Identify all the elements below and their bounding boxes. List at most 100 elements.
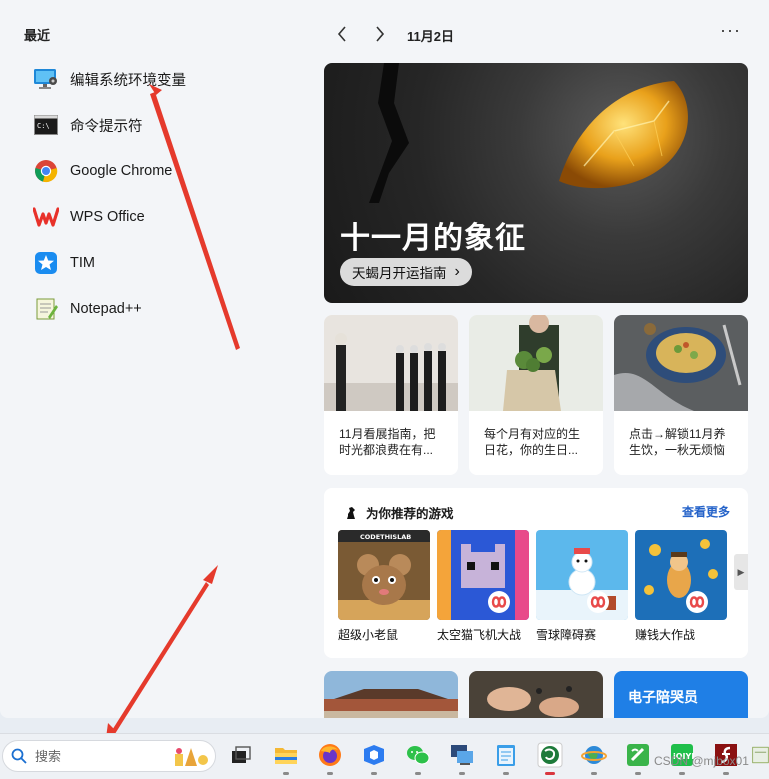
- monitor-settings-icon: [32, 65, 60, 93]
- running-indicator: [591, 772, 597, 775]
- running-indicator: [327, 772, 333, 775]
- games-title: 为你推荐的游戏: [366, 507, 454, 521]
- task-view-icon[interactable]: [227, 741, 255, 769]
- search-icon: [11, 748, 27, 764]
- news-card-text: 11月看展指南，把时光都浪费在有...: [339, 427, 436, 457]
- games-scroll-right-button[interactable]: ▶: [734, 554, 748, 590]
- remote-desktop-icon[interactable]: [448, 741, 476, 769]
- flowers-image: [469, 315, 603, 411]
- news-card[interactable]: [324, 671, 458, 718]
- running-indicator: [503, 772, 509, 775]
- chevron-right-icon: ›: [454, 263, 460, 280]
- hero-link-label: 天蝎月开运指南: [352, 266, 447, 281]
- gem-graphic: [559, 81, 688, 189]
- hero-card[interactable]: 十一月的象征 天蝎月开运指南 ›: [324, 63, 748, 303]
- green-app-icon[interactable]: [624, 741, 652, 769]
- recent-item-tim[interactable]: TIM: [30, 240, 290, 286]
- widgets-nav: 11月2日 ···: [310, 18, 769, 48]
- chevron-right-icon: [376, 26, 385, 42]
- next-button[interactable]: [368, 22, 392, 46]
- command-prompt-icon: C:\: [32, 111, 60, 139]
- wechat-icon[interactable]: [404, 741, 432, 769]
- recent-item-label: 命令提示符: [70, 118, 143, 135]
- recent-item-notepadpp[interactable]: Notepad++: [30, 286, 290, 332]
- tim-icon: [32, 249, 60, 277]
- chevron-left-icon: [337, 26, 346, 42]
- news-card[interactable]: [469, 671, 603, 718]
- recent-item-chrome[interactable]: Google Chrome: [30, 148, 290, 194]
- game-label: 雪球障碍赛: [536, 628, 597, 642]
- game-item[interactable]: 雪球障碍赛: [536, 530, 628, 643]
- palace-image: [324, 671, 458, 718]
- recent-list: 编辑系统环境变量 C:\ 命令提示符 Google Chrome WPS Off…: [30, 56, 290, 332]
- soup-image: [614, 315, 748, 411]
- widgets-date: 11月2日: [407, 29, 454, 44]
- rock-crack-graphic: [369, 63, 409, 203]
- game-item[interactable]: 太空猫飞机大战: [437, 530, 529, 643]
- active-indicator: [545, 772, 555, 775]
- recent-item-label: Google Chrome: [70, 163, 173, 179]
- wps-icon: [32, 203, 60, 231]
- start-panel: 最近 编辑系统环境变量 C:\ 命令提示符 Google Chrome WPS …: [0, 0, 769, 718]
- game-item[interactable]: CODETHISLAB 超级小老鼠: [338, 530, 430, 643]
- earth-app-icon[interactable]: [580, 741, 608, 769]
- more-options-button[interactable]: ···: [720, 20, 741, 41]
- watermark: CSDN @mjbox01: [654, 754, 749, 768]
- news-card[interactable]: 电子陪哭员: [614, 671, 748, 718]
- running-indicator: [679, 772, 685, 775]
- running-indicator: [635, 772, 641, 775]
- game-thumbnail: [437, 530, 529, 620]
- recent-item-label: WPS Office: [70, 209, 145, 225]
- recent-title: 最近: [24, 28, 51, 43]
- recent-item-cmd[interactable]: C:\ 命令提示符: [30, 102, 290, 148]
- news-card[interactable]: 点击→解锁11月养生饮，一秋无烦恼: [614, 315, 748, 475]
- bottom-news-cards: 电子陪哭员: [324, 671, 750, 718]
- recent-section: 最近 编辑系统环境变量 C:\ 命令提示符 Google Chrome WPS …: [0, 0, 310, 718]
- game-label: 太空猫飞机大战: [437, 628, 522, 642]
- running-indicator: [283, 772, 289, 775]
- news-card[interactable]: 每个月有对应的生日花，你的生日...: [469, 315, 603, 475]
- news-cards: 11月看展指南，把时光都浪费在有... 每个月有对应的生日花，你的生日... 点…: [324, 315, 750, 475]
- prev-button[interactable]: [330, 22, 354, 46]
- game-thumbnail: [635, 530, 727, 620]
- news-card-title: 电子陪哭员: [628, 689, 698, 705]
- running-indicator: [723, 772, 729, 775]
- recent-item-wps[interactable]: WPS Office: [30, 194, 290, 240]
- gallery-image: [324, 315, 458, 411]
- news-card-text: 点击→解锁11月养生饮，一秋无烦恼: [629, 427, 726, 457]
- game-badge: CODETHISLAB: [360, 533, 411, 541]
- news-card-text: 每个月有对应的生日花，你的生日...: [484, 427, 581, 457]
- recent-item-label: 编辑系统环境变量: [70, 72, 186, 89]
- file-explorer-icon[interactable]: [272, 741, 300, 769]
- news-card[interactable]: 11月看展指南，把时光都浪费在有...: [324, 315, 458, 475]
- browser-app-icon[interactable]: [536, 741, 564, 769]
- game-item[interactable]: 赚钱大作战: [635, 530, 727, 643]
- notepad-icon[interactable]: [492, 741, 520, 769]
- running-indicator: [415, 772, 421, 775]
- game-label: 赚钱大作战: [635, 628, 696, 642]
- games-widget: 为你推荐的游戏 查看更多 CODETHISLAB 超级小老鼠 太空猫飞机大战 雪…: [324, 488, 748, 658]
- game-thumbnail: [536, 530, 628, 620]
- running-indicator: [459, 772, 465, 775]
- recent-item-label: Notepad++: [70, 301, 142, 317]
- tim-taskbar-icon[interactable]: [360, 741, 388, 769]
- firefox-icon[interactable]: [316, 741, 344, 769]
- chess-icon: [347, 506, 355, 519]
- recent-item-env-vars[interactable]: 编辑系统环境变量: [30, 56, 290, 102]
- game-label: 超级小老鼠: [338, 628, 399, 642]
- widgets-panel: 11月2日 ··· 十一月的象征 天蝎月开运指南 › 11月看展指南，把时光都浪…: [310, 0, 769, 718]
- search-highlight-icon: [175, 748, 208, 766]
- hands-image: [469, 671, 603, 718]
- chrome-icon: [32, 157, 60, 185]
- notepadpp-icon: [32, 295, 60, 323]
- hero-link-button[interactable]: 天蝎月开运指南 ›: [340, 258, 472, 286]
- extra-app-icon[interactable]: [752, 741, 769, 769]
- games-see-more-link[interactable]: 查看更多: [682, 503, 730, 520]
- hero-title: 十一月的象征: [340, 222, 526, 255]
- games-header: 为你推荐的游戏: [344, 503, 454, 522]
- running-indicator: [371, 772, 377, 775]
- game-thumbnail: CODETHISLAB: [338, 530, 430, 620]
- search-input[interactable]: [35, 748, 155, 764]
- taskbar-search[interactable]: [2, 740, 216, 772]
- recent-item-label: TIM: [70, 255, 95, 271]
